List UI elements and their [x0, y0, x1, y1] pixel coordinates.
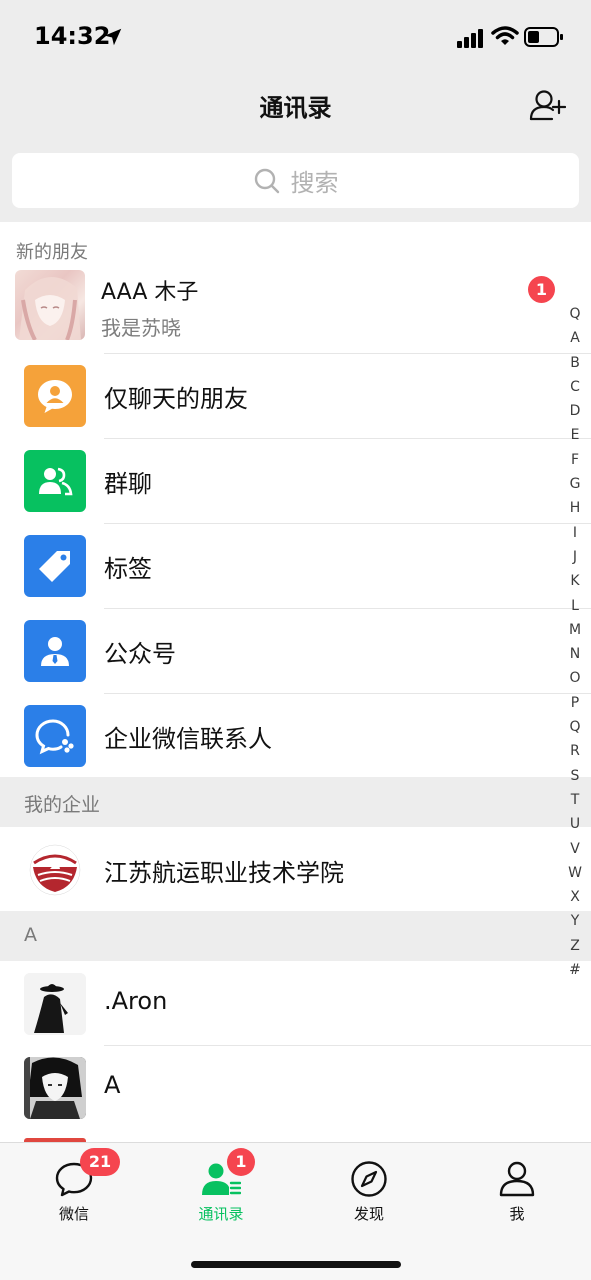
page-title: 通讯录: [259, 94, 332, 122]
divider: [104, 353, 591, 354]
menu-item-official-accounts[interactable]: 公众号: [0, 608, 591, 693]
new-friend-request[interactable]: AAA 木子 我是苏晓 1: [0, 266, 560, 354]
tab-label: 微信: [58, 1205, 89, 1223]
alphabet-index[interactable]: Q A B C D E F G H I J K L M N O P Q R S …: [565, 302, 585, 982]
status-time: 14:32: [34, 22, 111, 50]
divider: [104, 693, 591, 694]
contact-name: A: [104, 1071, 121, 1099]
menu-item-chat-only-friends[interactable]: 仅聊天的朋友: [0, 353, 591, 438]
unread-badge: 1: [227, 1148, 255, 1176]
tab-bar: 微信 21 通讯录 1 发现 我: [0, 1142, 591, 1280]
index-letter[interactable]: #: [565, 958, 585, 982]
section-label: 我的企业: [24, 794, 101, 816]
school-logo-icon: [24, 839, 86, 901]
index-letter[interactable]: L: [565, 594, 585, 618]
menu-item-tags[interactable]: 标签: [0, 523, 591, 608]
anime-avatar-icon: [19, 276, 81, 340]
index-letter[interactable]: D: [565, 399, 585, 423]
index-letter[interactable]: H: [565, 496, 585, 520]
menu-item-label: 标签: [104, 555, 152, 583]
index-letter[interactable]: Y: [565, 909, 585, 933]
contact-row[interactable]: .Aron: [0, 961, 560, 1046]
index-letter[interactable]: M: [565, 618, 585, 642]
index-letter[interactable]: F: [565, 448, 585, 472]
divider: [104, 1045, 591, 1046]
divider: [104, 438, 591, 439]
new-friend-name: AAA 木子: [101, 280, 199, 305]
divider: [104, 608, 591, 609]
divider: [104, 523, 591, 524]
menu-item-label: 群聊: [104, 470, 152, 498]
index-letter[interactable]: N: [565, 642, 585, 666]
section-header-enterprise: 我的企业: [0, 777, 591, 827]
index-letter[interactable]: I: [565, 521, 585, 545]
index-letter[interactable]: J: [565, 545, 585, 569]
tab-label: 通讯录: [198, 1205, 244, 1223]
contact-name: .Aron: [104, 987, 168, 1015]
section-header-a: A: [0, 911, 591, 961]
index-letter[interactable]: W: [565, 861, 585, 885]
wifi-icon: [491, 26, 519, 45]
avatar: [24, 1057, 86, 1119]
tab-label: 我: [509, 1205, 525, 1223]
avatar: [24, 973, 86, 1035]
index-letter[interactable]: G: [565, 472, 585, 496]
index-letter[interactable]: S: [565, 764, 585, 788]
unread-badge: 21: [80, 1148, 120, 1176]
index-letter[interactable]: Q: [565, 715, 585, 739]
index-letter[interactable]: B: [565, 351, 585, 375]
compass-icon: [351, 1161, 387, 1197]
add-friend-icon[interactable]: [528, 88, 566, 122]
index-letter[interactable]: R: [565, 739, 585, 763]
status-bar: 14:32: [0, 0, 591, 76]
top-area: 14:32 通讯录 搜索: [0, 0, 591, 222]
index-letter[interactable]: P: [565, 691, 585, 715]
group-chat-icon: [24, 450, 86, 512]
index-letter[interactable]: A: [565, 326, 585, 350]
location-arrow-icon: [104, 28, 122, 46]
cellular-signal-icon: [457, 29, 483, 48]
search-placeholder: 搜索: [290, 169, 339, 197]
avatar: [15, 270, 85, 340]
chat-only-friends-icon: [24, 365, 86, 427]
index-letter[interactable]: O: [565, 666, 585, 690]
index-letter[interactable]: T: [565, 788, 585, 812]
battery-icon: [524, 27, 563, 47]
tab-label: 发现: [353, 1205, 384, 1223]
official-account-icon: [24, 620, 86, 682]
menu-item-wecom-contacts[interactable]: 企业微信联系人: [0, 693, 591, 778]
new-friend-badge: 1: [528, 276, 555, 303]
section-label: A: [24, 924, 37, 946]
tab-me[interactable]: 我: [457, 1151, 577, 1231]
index-letter[interactable]: K: [565, 569, 585, 593]
home-indicator[interactable]: [191, 1261, 401, 1268]
menu-item-label: 公众号: [104, 640, 176, 668]
index-letter[interactable]: C: [565, 375, 585, 399]
menu-item-label: 企业微信联系人: [104, 725, 272, 753]
index-letter[interactable]: E: [565, 423, 585, 447]
new-friend-message: 我是苏晓: [101, 316, 181, 340]
person-icon: [499, 1161, 535, 1197]
wecom-contacts-icon: [24, 705, 86, 767]
menu-item-group-chat[interactable]: 群聊: [0, 438, 591, 523]
tab-chats[interactable]: 微信 21: [14, 1148, 134, 1231]
index-letter[interactable]: X: [565, 885, 585, 909]
tag-icon: [24, 535, 86, 597]
search-bar[interactable]: 搜索: [12, 153, 579, 208]
index-letter[interactable]: Z: [565, 934, 585, 958]
index-letter[interactable]: Q: [565, 302, 585, 326]
search-icon: [254, 168, 279, 193]
index-letter[interactable]: U: [565, 812, 585, 836]
tab-discover[interactable]: 发现: [309, 1151, 429, 1231]
index-letter[interactable]: V: [565, 837, 585, 861]
tab-contacts[interactable]: 通讯录 1: [161, 1148, 281, 1231]
enterprise-name: 江苏航运职业技术学院: [104, 859, 344, 887]
new-friends-label: 新的朋友: [16, 242, 88, 263]
contact-row[interactable]: A: [0, 1045, 591, 1130]
menu-item-label: 仅聊天的朋友: [104, 385, 248, 413]
enterprise-item[interactable]: 江苏航运职业技术学院: [0, 827, 560, 912]
